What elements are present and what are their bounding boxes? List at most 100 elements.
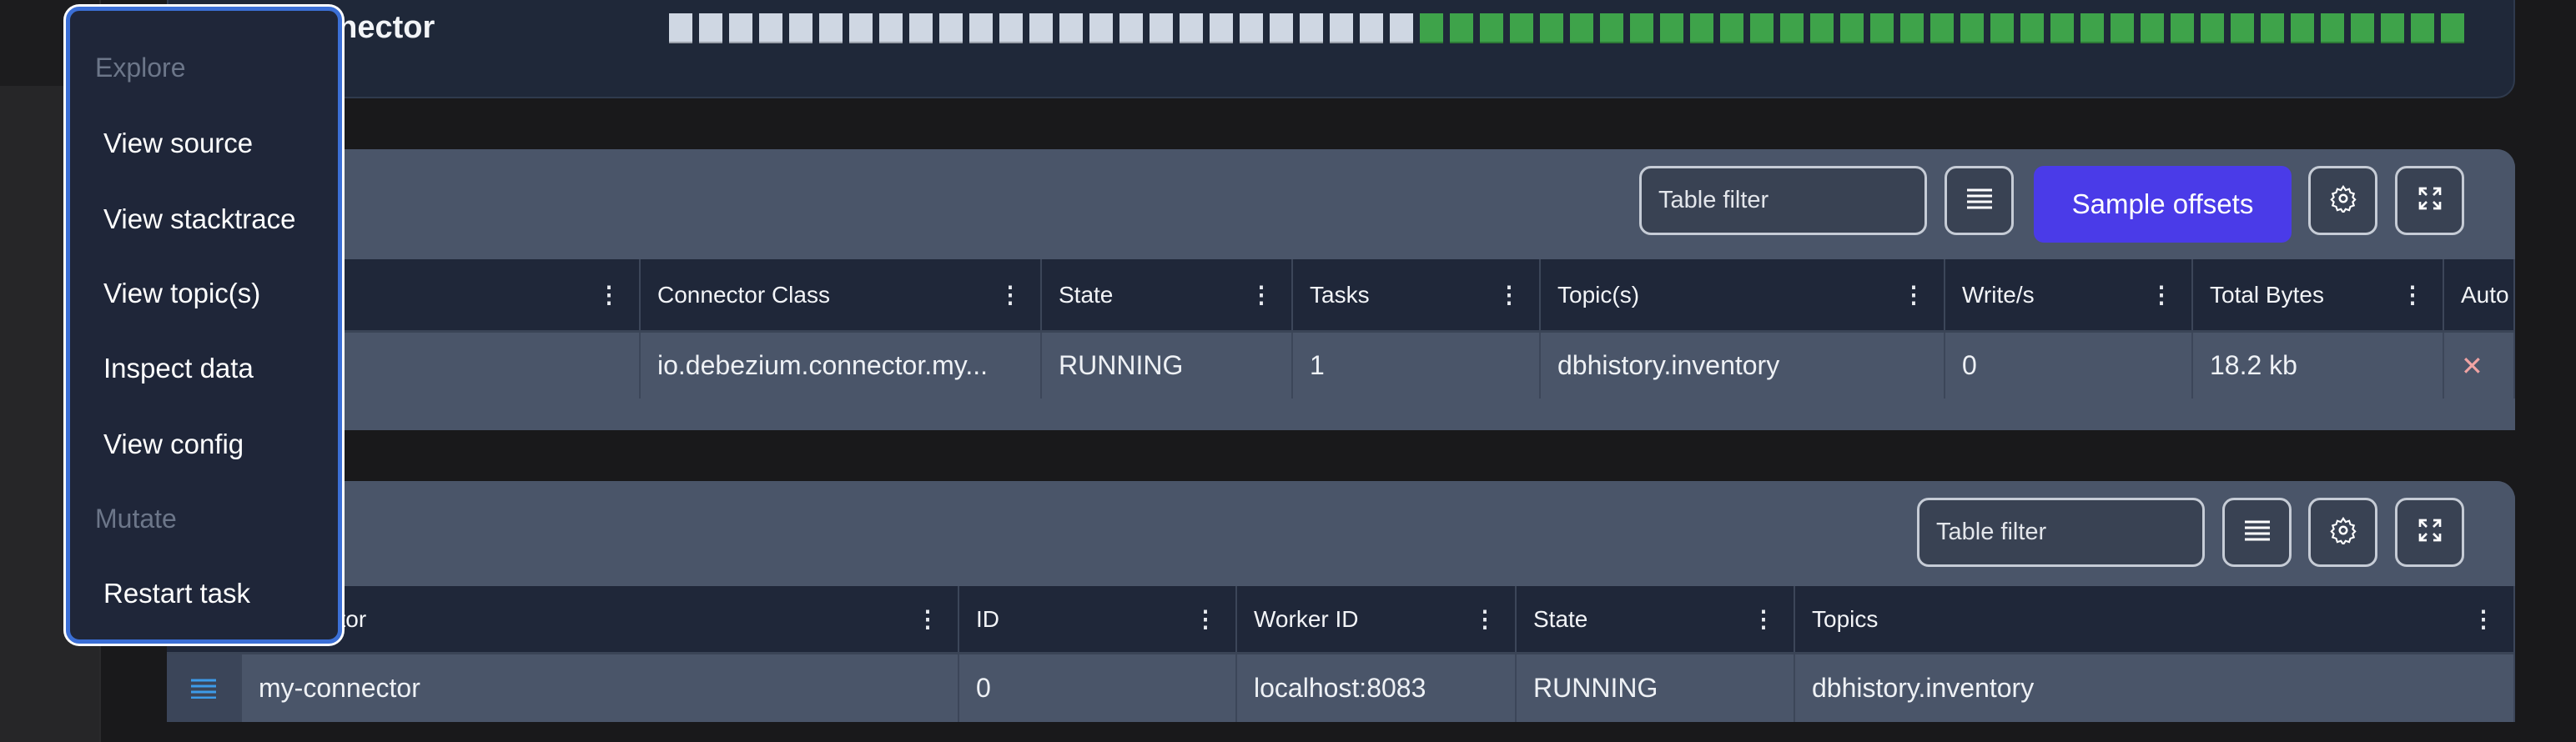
column-menu-icon[interactable]: ⋮ [2401,283,2424,307]
progress-segment-filled [2111,13,2134,43]
progress-segment-filled [2441,13,2464,43]
column-menu-icon[interactable]: ⋮ [597,283,621,307]
column-header-label: Topic(s) [1557,281,1640,308]
menu-item-view-source[interactable]: View source [103,128,253,159]
column-menu-icon[interactable]: ⋮ [1250,283,1273,307]
column-header[interactable]: ID ⋮ [959,586,1237,652]
tasks-table-header: Connector⋮ID⋮Worker ID⋮State⋮Topics⋮ [167,586,2515,652]
progress-segment-filled [1690,13,1713,43]
progress-segment-empty [999,13,1023,43]
column-menu-icon[interactable]: ⋮ [1752,607,1775,631]
progress-segment-filled [1630,13,1653,43]
menu-item-view-stacktrace[interactable]: View stacktrace [103,203,295,235]
columns-button[interactable] [2222,498,2292,567]
column-menu-icon[interactable]: ⋮ [916,607,939,631]
cell-class: io.debezium.connector.my... [641,333,1042,399]
cell-id: 0 [959,654,1237,722]
column-menu-icon[interactable]: ⋮ [2472,607,2495,631]
progress-segment-filled [1540,13,1563,43]
progress-segment-empty [1240,13,1263,43]
progress-segment-empty [1360,13,1383,43]
progress-segment-empty [969,13,993,43]
progress-segment-filled [2351,13,2374,43]
table-row[interactable]: my-connectorio.debezium.connector.my...R… [167,330,2515,399]
gear-icon [2329,516,2357,549]
progress-segment-filled [2171,13,2194,43]
columns-button[interactable] [1945,166,2014,235]
progress-segment-filled [1750,13,1774,43]
progress-segment-empty [1059,13,1083,43]
column-header[interactable]: Worker ID ⋮ [1237,586,1517,652]
column-header[interactable]: Topic(s) ⋮ [1541,259,1945,330]
column-menu-icon[interactable]: ⋮ [1902,283,1925,307]
progress-segment-empty [849,13,873,43]
progress-segment-empty [1330,13,1353,43]
settings-button[interactable] [2308,166,2377,235]
progress-segment-empty [909,13,933,43]
column-header[interactable]: Write/s ⋮ [1945,259,2193,330]
progress-segment-filled [1870,13,1894,43]
progress-segment-filled [1900,13,1924,43]
row-menu-icon[interactable] [167,654,242,722]
column-header-label: Connector Class [657,281,830,308]
progress-segment-filled [2291,13,2314,43]
column-menu-icon[interactable]: ⋮ [2150,283,2173,307]
progress-segment-filled [1810,13,1834,43]
progress-segment-filled [2201,13,2224,43]
table-filter-input[interactable]: Table filter [1639,166,1927,235]
fullscreen-button[interactable] [2395,498,2464,567]
column-menu-icon[interactable]: ⋮ [1497,283,1521,307]
column-header[interactable]: Topics ⋮ [1795,586,2515,652]
column-header-label: State [1533,605,1588,632]
column-menu-icon[interactable]: ⋮ [1473,607,1497,631]
column-header[interactable]: Total Bytes ⋮ [2193,259,2444,330]
column-header[interactable]: State ⋮ [1517,586,1795,652]
menu-header-mutate: Mutate [95,504,177,534]
progress-segment-empty [1029,13,1053,43]
cell-state: RUNNING [1042,333,1293,399]
progress-segment-empty [1390,13,1413,43]
progress-segment-empty [669,13,692,43]
progress-segment-filled [1960,13,1984,43]
cell-worker: localhost:8083 [1237,654,1517,722]
progress-segment-empty [699,13,722,43]
progress-segment-empty [1270,13,1293,43]
column-header[interactable]: Connector Class ⋮ [641,259,1042,330]
column-header-label: State [1059,281,1114,308]
menu-item-view-topics[interactable]: View topic(s) [103,278,260,309]
column-header-label: Topics [1812,605,1879,632]
column-header[interactable]: Tasks ⋮ [1293,259,1541,330]
table-row[interactable]: my-connector 0 localhost:8083 RUNNING dbhist… [167,652,2515,722]
table-filter-input[interactable]: Table filter [1917,498,2205,567]
column-menu-icon[interactable]: ⋮ [999,283,1022,307]
settings-button[interactable] [2308,498,2377,567]
progress-segment-filled [2231,13,2254,43]
progress-segment-filled [2050,13,2074,43]
auto-x-icon[interactable]: ✕ [2444,333,2515,399]
sample-offsets-button[interactable]: Sample offsets [2034,166,2292,243]
menu-item-view-config[interactable]: View config [103,429,244,460]
progress-segment-empty [819,13,843,43]
progress-segment-filled [1720,13,1743,43]
column-header-label: Total Bytes [2210,281,2324,308]
cell-bytes: 18.2 kb [2193,333,2444,399]
expand-icon [2417,517,2443,548]
menu-item-restart-task[interactable]: Restart task [103,578,250,609]
progress-segment-empty [1119,13,1143,43]
column-header[interactable]: Auto [2444,259,2515,330]
cell-state: RUNNING [1517,654,1795,722]
progress-segment-filled [2261,13,2284,43]
menu-item-inspect-data[interactable]: Inspect data [103,353,254,384]
column-header[interactable]: State ⋮ [1042,259,1293,330]
progress-segment-empty [759,13,782,43]
column-header-label: Auto [2461,281,2509,308]
connector-summary-card: my-connector [167,0,2515,98]
progress-segment-filled [1420,13,1443,43]
progress-segment-filled [2321,13,2344,43]
tasks-toolbar: Table filter [167,481,2515,586]
progress-segment-filled [2411,13,2434,43]
column-menu-icon[interactable]: ⋮ [1194,607,1217,631]
fullscreen-button[interactable] [2395,166,2464,235]
tasks-card: Table filter Connector⋮ID⋮Worker ID⋮Stat… [167,481,2515,722]
expand-icon [2417,185,2443,216]
